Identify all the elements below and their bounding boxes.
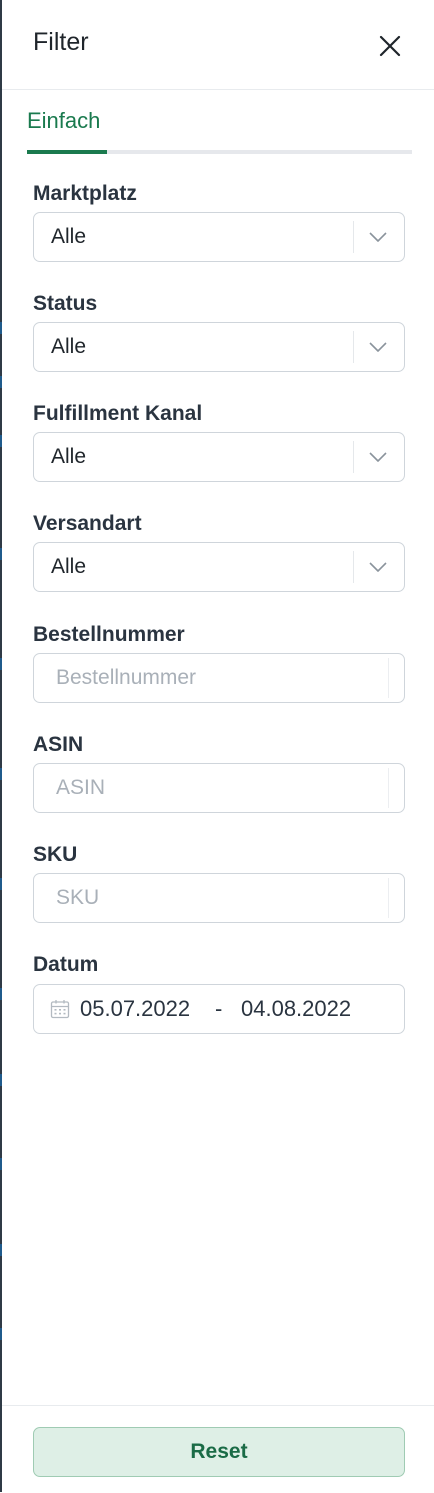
- chevron-down-icon: [369, 232, 387, 242]
- select-divider: [353, 441, 354, 473]
- select-divider: [353, 221, 354, 253]
- status-value: Alle: [51, 335, 87, 358]
- filter-panel: Filter Einfach Marktplatz Alle Status Al…: [2, 0, 434, 1493]
- panel-title: Filter: [33, 28, 89, 56]
- fulfillment-label: Fulfillment Kanal: [33, 402, 203, 425]
- bestellnummer-input[interactable]: [56, 654, 386, 702]
- filter-header: Filter: [2, 0, 434, 90]
- calendar-icon: [50, 1000, 70, 1019]
- chevron-down-icon: [369, 452, 387, 462]
- versandart-select[interactable]: Alle: [33, 542, 405, 592]
- versandart-value: Alle: [51, 555, 87, 578]
- fulfillment-value: Alle: [51, 445, 87, 468]
- select-divider: [353, 331, 354, 363]
- status-select[interactable]: Alle: [33, 322, 405, 372]
- close-button[interactable]: [374, 30, 406, 62]
- filter-tabs: Einfach: [27, 104, 412, 154]
- marktplatz-label: Marktplatz: [33, 182, 137, 205]
- marktplatz-select[interactable]: Alle: [33, 212, 405, 262]
- chevron-down-icon: [369, 562, 387, 572]
- date-from[interactable]: 05.07.2022: [80, 996, 190, 1022]
- asin-label: ASIN: [33, 733, 84, 756]
- versandart-label: Versandart: [33, 512, 142, 535]
- date-range-picker[interactable]: 05.07.2022 - 04.08.2022: [33, 984, 405, 1034]
- bestellnummer-field: [33, 653, 405, 703]
- select-divider: [353, 551, 354, 583]
- fulfillment-select[interactable]: Alle: [33, 432, 405, 482]
- bestellnummer-label: Bestellnummer: [33, 623, 185, 646]
- filter-footer: Reset: [2, 1405, 434, 1493]
- date-separator: -: [215, 996, 223, 1021]
- asin-input[interactable]: [56, 764, 386, 812]
- tab-active-underline: [27, 150, 107, 154]
- input-divider: [388, 658, 389, 698]
- date-to[interactable]: 04.08.2022: [241, 996, 351, 1022]
- input-divider: [388, 878, 389, 918]
- chevron-down-icon: [369, 342, 387, 352]
- marktplatz-value: Alle: [51, 225, 87, 248]
- input-divider: [388, 768, 389, 808]
- tab-einfach[interactable]: Einfach: [27, 104, 107, 154]
- sku-label: SKU: [33, 843, 78, 866]
- asin-field: [33, 763, 405, 813]
- sku-field: [33, 873, 405, 923]
- sku-input[interactable]: [56, 874, 386, 922]
- datum-label: Datum: [33, 953, 99, 976]
- reset-label: Reset: [190, 1440, 248, 1463]
- close-icon: [379, 35, 401, 57]
- status-label: Status: [33, 292, 98, 315]
- reset-button[interactable]: Reset: [33, 1427, 405, 1477]
- tab-label: Einfach: [27, 108, 101, 133]
